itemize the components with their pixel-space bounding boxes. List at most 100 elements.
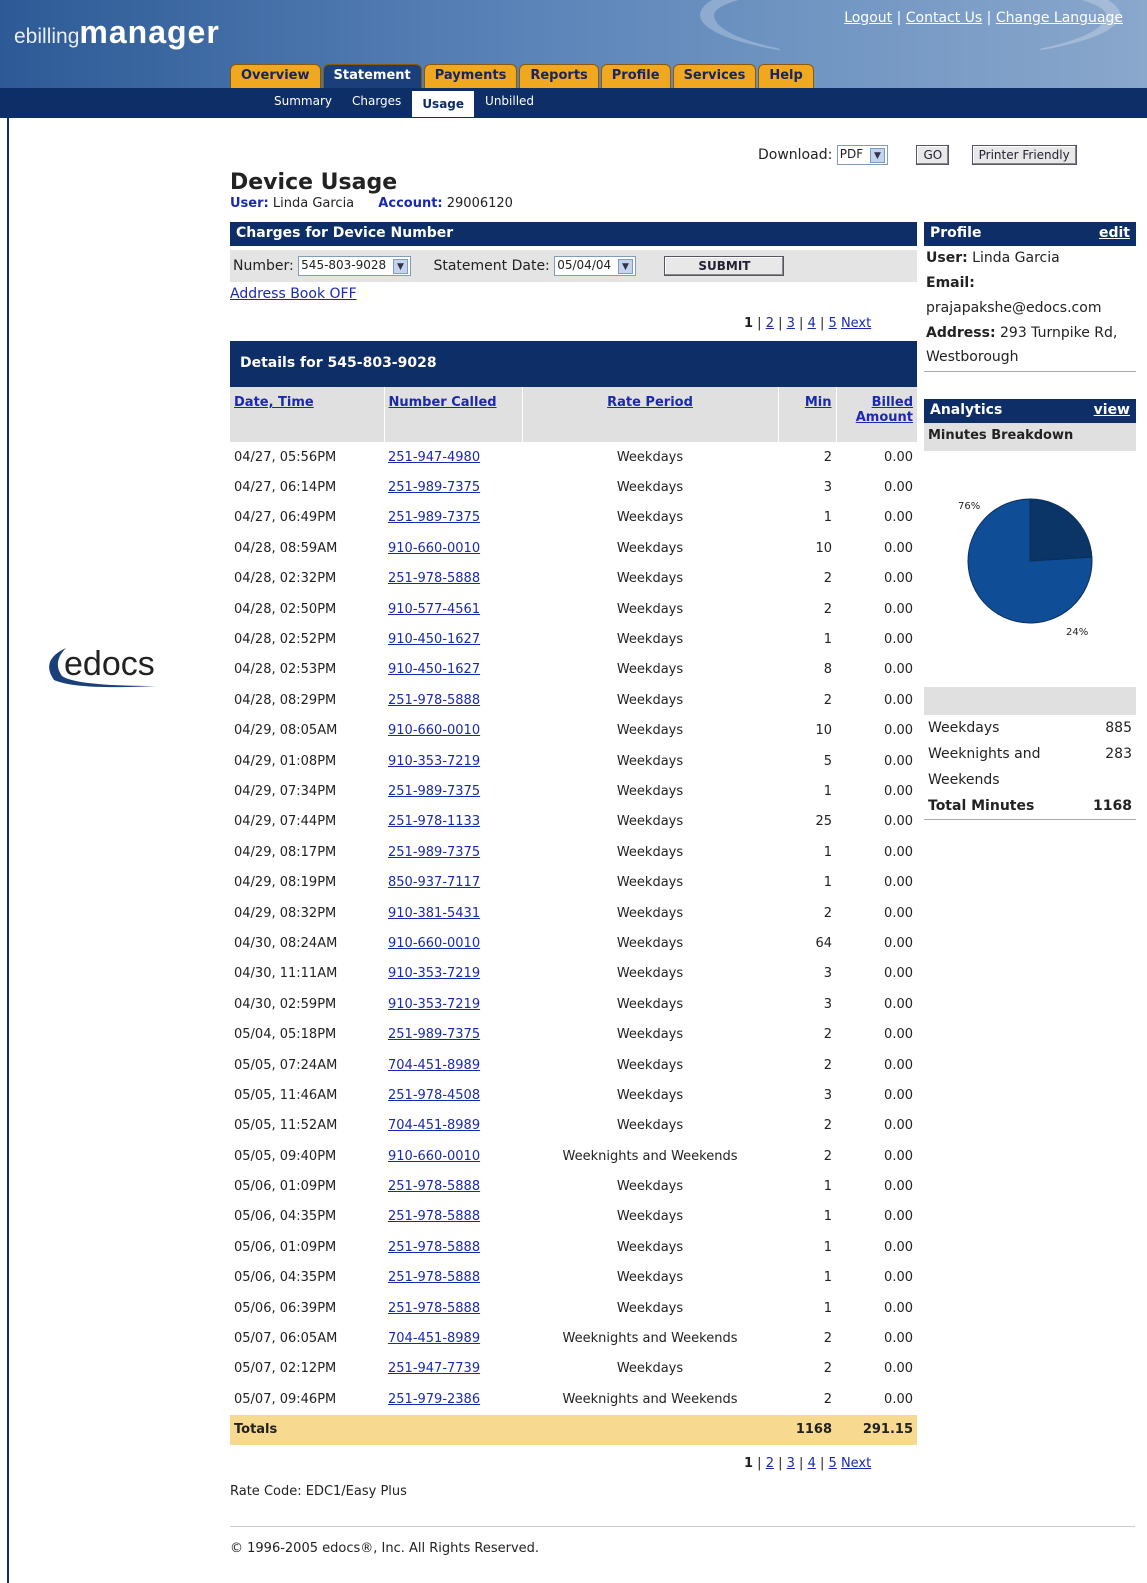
number-called-link[interactable]: 251-978-1133 xyxy=(388,814,480,829)
tab-overview[interactable]: Overview xyxy=(230,64,321,88)
page-link-2[interactable]: 2 xyxy=(766,316,774,331)
printer-friendly-button[interactable]: Printer Friendly xyxy=(971,145,1077,165)
submit-button[interactable]: SUBMIT xyxy=(664,256,785,276)
number-called-link[interactable]: 910-660-0010 xyxy=(388,936,480,951)
page-link-2[interactable]: 2 xyxy=(766,1456,774,1471)
row-date-time: 04/28, 08:29PM xyxy=(234,692,337,708)
row-date-time: 04/28, 08:59AM xyxy=(234,540,338,556)
subtab-summary[interactable]: Summary xyxy=(264,94,342,118)
rate-code: Rate Code: EDC1/Easy Plus xyxy=(230,1484,407,1499)
next-page-link[interactable]: Next xyxy=(841,316,871,331)
chevron-down-icon: ▼ xyxy=(617,259,633,274)
table-row: 04/29, 08:17PM 251-989-7375 Weekdays 1 0.00 xyxy=(230,837,917,867)
number-called-link[interactable]: 850-937-7117 xyxy=(388,875,480,890)
sort-min[interactable]: Min xyxy=(805,395,832,410)
row-date-time: 05/05, 07:24AM xyxy=(234,1057,338,1073)
number-called-link[interactable]: 251-978-5888 xyxy=(388,693,480,708)
table-row: 05/05, 07:24AM 704-451-8989 Weekdays 2 0.00 xyxy=(230,1050,917,1080)
table-row: 04/29, 01:08PM 910-353-7219 Weekdays 5 0.00 xyxy=(230,746,917,776)
number-called-link[interactable]: 910-660-0010 xyxy=(388,723,480,738)
analytics-view-link[interactable]: view xyxy=(1094,402,1130,420)
number-called-link[interactable]: 251-978-5888 xyxy=(388,571,480,586)
tab-reports[interactable]: Reports xyxy=(519,64,599,88)
tab-profile[interactable]: Profile xyxy=(600,64,671,88)
tab-payments[interactable]: Payments xyxy=(423,64,518,88)
subtab-charges[interactable]: Charges xyxy=(342,94,411,118)
table-row: 05/05, 11:52AM 704-451-8989 Weekdays 2 0.00 xyxy=(230,1111,917,1141)
row-number-called: 910-660-0010 xyxy=(384,928,522,958)
number-called-link[interactable]: 910-577-4561 xyxy=(388,602,480,617)
number-called-link[interactable]: 704-451-8989 xyxy=(388,1058,480,1073)
go-button[interactable]: GO xyxy=(916,145,950,165)
number-called-link[interactable]: 251-979-2386 xyxy=(388,1392,480,1407)
number-called-link[interactable]: 910-660-0010 xyxy=(388,541,480,556)
number-called-link[interactable]: 910-353-7219 xyxy=(388,997,480,1012)
number-called-link[interactable]: 910-381-5431 xyxy=(388,906,480,921)
number-called-link[interactable]: 251-978-5888 xyxy=(388,1209,480,1224)
subtab-usage[interactable]: Usage xyxy=(411,90,476,118)
number-called-link[interactable]: 910-353-7219 xyxy=(388,966,480,981)
weekdays-row: Weekdays 885 xyxy=(928,720,1132,736)
row-date-time: 05/04, 05:18PM xyxy=(234,1027,337,1043)
tab-services[interactable]: Services xyxy=(672,64,757,88)
number-called-link[interactable]: 251-978-5888 xyxy=(388,1270,480,1285)
row-date-time: 04/27, 05:56PM xyxy=(234,449,337,465)
contact-us-link[interactable]: Contact Us xyxy=(906,10,982,26)
page-link-5[interactable]: 5 xyxy=(829,316,837,331)
pie-label-1: 24% xyxy=(1066,627,1088,638)
page-link-4[interactable]: 4 xyxy=(808,316,816,331)
row-minutes: 2 xyxy=(823,1118,832,1134)
address-book-toggle-link[interactable]: Address Book OFF xyxy=(230,286,357,302)
sort-number-called[interactable]: Number Called xyxy=(389,395,497,410)
number-called-link[interactable]: 251-947-4980 xyxy=(388,450,480,465)
number-called-link[interactable]: 251-947-7739 xyxy=(388,1361,480,1376)
number-called-link[interactable]: 251-978-5888 xyxy=(388,1240,480,1255)
page-link-3[interactable]: 3 xyxy=(787,1456,795,1471)
row-rate-period: Weekdays xyxy=(616,540,684,556)
tab-statement[interactable]: Statement xyxy=(322,64,422,88)
number-called-link[interactable]: 251-978-4508 xyxy=(388,1088,480,1103)
minutes-breakdown-title: Minutes Breakdown xyxy=(924,423,1136,451)
number-called-link[interactable]: 251-989-7375 xyxy=(388,510,480,525)
subtab-unbilled[interactable]: Unbilled xyxy=(475,94,544,118)
row-billed-amount: 0.00 xyxy=(884,1300,913,1316)
sort-date-time[interactable]: Date, Time xyxy=(234,395,314,410)
pie-label-0: 76% xyxy=(958,501,980,512)
number-called-link[interactable]: 251-989-7375 xyxy=(388,480,480,495)
number-called-link[interactable]: 704-451-8989 xyxy=(388,1118,480,1133)
number-called-link[interactable]: 910-660-0010 xyxy=(388,1149,480,1164)
page-link-5[interactable]: 5 xyxy=(829,1456,837,1471)
profile-header: Profile edit xyxy=(924,222,1136,246)
number-called-link[interactable]: 910-353-7219 xyxy=(388,754,480,769)
change-language-link[interactable]: Change Language xyxy=(996,10,1123,26)
page-link-4[interactable]: 4 xyxy=(808,1456,816,1471)
tab-help[interactable]: Help xyxy=(758,64,814,88)
number-called-link[interactable]: 910-450-1627 xyxy=(388,632,480,647)
row-billed-amount: 0.00 xyxy=(884,1087,913,1103)
number-called-link[interactable]: 251-978-5888 xyxy=(388,1301,480,1316)
page-link-3[interactable]: 3 xyxy=(787,316,795,331)
number-called-link[interactable]: 251-989-7375 xyxy=(388,784,480,799)
number-called-link[interactable]: 251-978-5888 xyxy=(388,1179,480,1194)
row-billed-amount: 0.00 xyxy=(884,632,913,648)
row-billed-amount: 0.00 xyxy=(884,449,913,465)
profile-edit-link[interactable]: edit xyxy=(1099,225,1130,243)
sort-rate-period[interactable]: Rate Period xyxy=(607,395,693,410)
row-billed-amount: 0.00 xyxy=(884,844,913,860)
sort-billed-amount[interactable]: Billed Amount xyxy=(856,395,913,425)
row-rate-period: Weekdays xyxy=(616,875,684,891)
row-billed-amount: 0.00 xyxy=(884,1118,913,1134)
statement-date-select[interactable]: 05/04/04 ▼ xyxy=(554,256,636,276)
number-called-link[interactable]: 251-989-7375 xyxy=(388,1027,480,1042)
download-format-select[interactable]: PDF ▼ xyxy=(836,145,888,165)
row-number-called: 251-978-5888 xyxy=(384,1263,522,1293)
number-called-link[interactable]: 704-451-8989 xyxy=(388,1331,480,1346)
number-called-link[interactable]: 910-450-1627 xyxy=(388,662,480,677)
next-page-link[interactable]: Next xyxy=(841,1456,871,1471)
row-number-called: 910-660-0010 xyxy=(384,716,522,746)
logout-link[interactable]: Logout xyxy=(844,10,892,26)
row-billed-amount: 0.00 xyxy=(884,1057,913,1073)
row-date-time: 04/30, 02:59PM xyxy=(234,996,337,1012)
number-called-link[interactable]: 251-989-7375 xyxy=(388,845,480,860)
device-number-select[interactable]: 545-803-9028 ▼ xyxy=(298,256,412,276)
